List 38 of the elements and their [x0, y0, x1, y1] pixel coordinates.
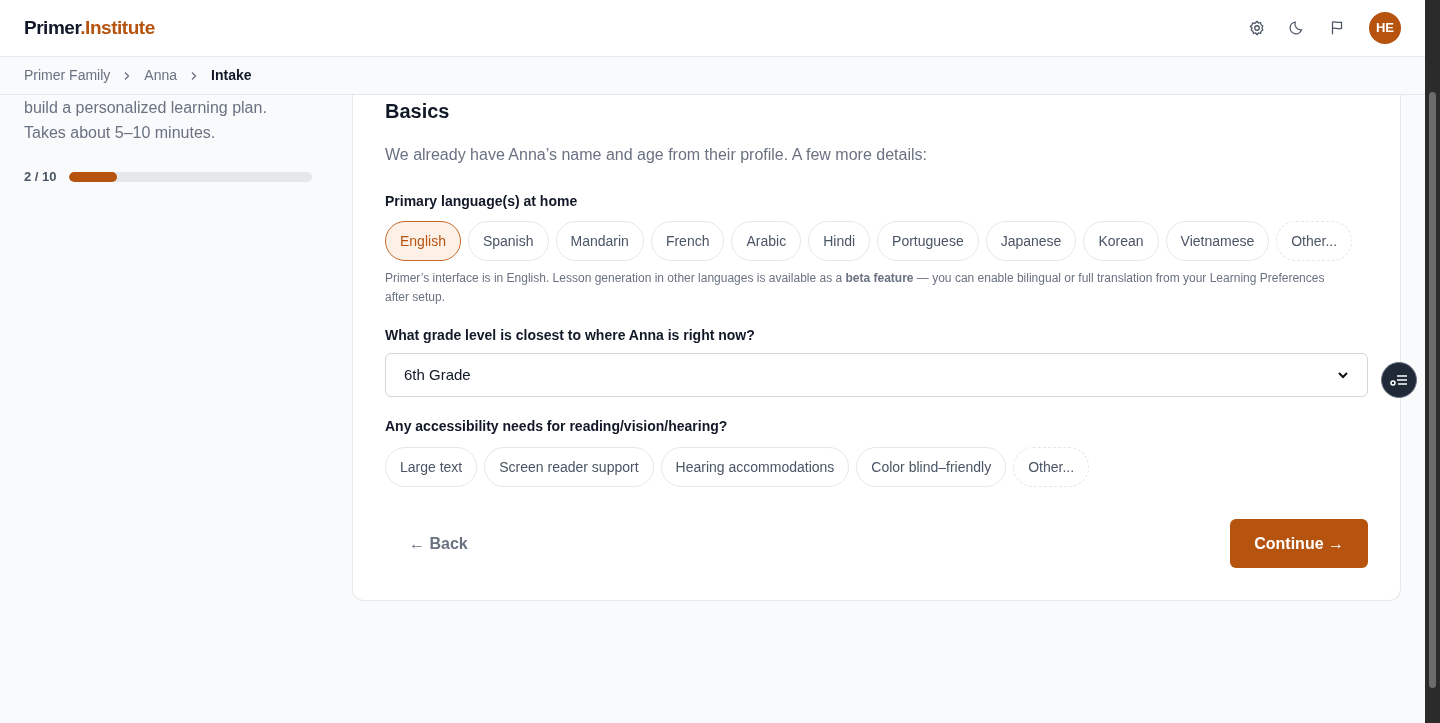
continue-button[interactable]: Continue →: [1230, 519, 1368, 568]
option-chip[interactable]: Arabic: [731, 221, 802, 261]
progress-reading: 2 / 10: [24, 168, 57, 186]
option-chip[interactable]: Japanese: [985, 221, 1077, 261]
settings-icon[interactable]: [1248, 19, 1266, 37]
field-label: What grade level is closest to where Anna is right now?: [385, 326, 756, 345]
field-label: Primary language(s) at home: [385, 192, 579, 211]
scrollbar[interactable]: [1425, 0, 1440, 723]
language-note: Primer’s interface is in English. Lesson generation in other languages is available as a beta feature — you can enable bilingual or full translation from your Learning Preferences after setup.: [385, 270, 1326, 306]
back-button[interactable]: ← Back: [385, 519, 492, 568]
outline-toggle-button[interactable]: [1381, 362, 1417, 398]
option-chip[interactable]: Large text: [385, 447, 478, 487]
breadcrumb-link[interactable]: Primer Family: [24, 65, 111, 86]
option-chip[interactable]: Screen reader support: [484, 447, 654, 487]
option-chip[interactable]: Color blind–friendly: [856, 447, 1007, 487]
intro-text: build a personalized learning plan.: [24, 98, 268, 118]
other-chip[interactable]: Other...: [1013, 447, 1090, 487]
avatar-button[interactable]: HE: [1369, 12, 1401, 44]
list-icon: [1390, 373, 1408, 387]
option-chip[interactable]: Mandarin: [555, 221, 644, 261]
chevron-down-icon: [1337, 369, 1349, 381]
brand-logo[interactable]: Primer.Institute: [24, 13, 155, 43]
option-chip[interactable]: Spanish: [467, 221, 549, 261]
option-chip[interactable]: French: [650, 221, 725, 261]
option-chip[interactable]: Hindi: [808, 221, 871, 261]
section-intro: We already have Anna’s name and age from their profile. A few more details:: [385, 145, 928, 165]
field-label: Any accessibility needs for reading/vision/hearing?: [385, 417, 729, 436]
option-chip[interactable]: Hearing accommodations: [660, 447, 850, 487]
other-chip[interactable]: Other...: [1276, 221, 1353, 261]
intro-text: Takes about 5–10 minutes.: [24, 123, 217, 143]
breadcrumb-link[interactable]: Intake: [211, 65, 252, 86]
option-chip[interactable]: English: [385, 221, 461, 261]
section-title: Basics: [385, 99, 451, 124]
breadcrumb-link[interactable]: Anna: [144, 65, 178, 86]
option-chip[interactable]: Korean: [1083, 221, 1159, 261]
option-chip[interactable]: Vietnamese: [1165, 221, 1270, 261]
option-chip[interactable]: Portuguese: [877, 221, 979, 261]
grade-select[interactable]: 6th Grade: [385, 353, 1368, 397]
